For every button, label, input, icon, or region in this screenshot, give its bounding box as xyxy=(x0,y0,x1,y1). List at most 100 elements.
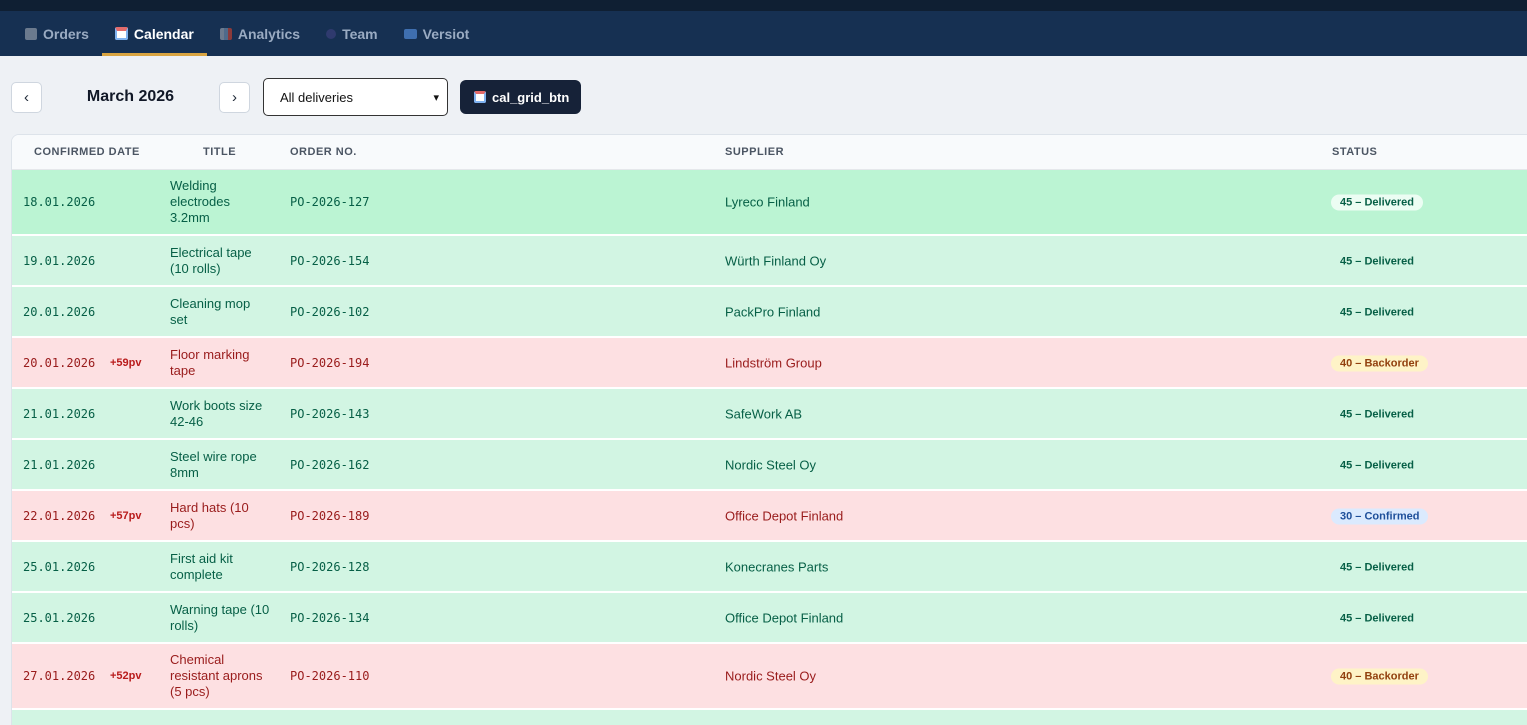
confirmed-date: 21.01.2026 xyxy=(23,406,96,421)
status-badge: 30 – Confirmed xyxy=(1331,508,1429,524)
month-title: March 2026 xyxy=(86,88,175,105)
status-badge: 45 – Delivered xyxy=(1340,561,1414,573)
order-title: Chemical resistant aprons (5 pcs) xyxy=(170,652,263,699)
next-month-button[interactable]: › xyxy=(219,81,250,113)
header-date[interactable]: CONFIRMED DATE xyxy=(34,146,140,158)
status-cell: 40 – Backorder xyxy=(1331,354,1428,371)
people-icon xyxy=(326,28,337,39)
order-number[interactable]: PO-2026-134 xyxy=(290,611,369,625)
order-title: Cleaning mop set xyxy=(170,295,251,327)
tab-label: Orders xyxy=(43,25,89,42)
status-cell: 30 – Confirmed xyxy=(1331,507,1429,524)
supplier-name: PackPro Finland xyxy=(725,304,821,319)
main-nav: Orders Calendar Analytics Team Versiot xyxy=(0,11,1527,56)
chevron-down-icon: ▾ xyxy=(433,91,439,104)
table-row[interactable]: 27.01.2026 +52pv Chemical resistant aprons… xyxy=(12,644,1527,710)
table-row[interactable]: 18.01.2026 Welding electrodes 3.2mm PO-202… xyxy=(12,170,1527,236)
order-title: Warning tape (10 rolls) xyxy=(170,601,270,633)
order-number[interactable]: PO-2026-127 xyxy=(290,195,369,209)
tab-team[interactable]: Team xyxy=(313,11,391,56)
bar-chart-icon xyxy=(219,27,232,40)
grid-button-label: cal_grid_btn xyxy=(492,89,570,105)
table-row[interactable]: 21.01.2026 Steel wire rope 8mm PO-2026-162… xyxy=(12,440,1527,491)
status-badge: 45 – Delivered xyxy=(1340,612,1414,624)
supplier-name: Lindström Group xyxy=(725,355,822,370)
status-cell: 45 – Delivered xyxy=(1331,252,1423,269)
table-row[interactable]: 19.01.2026 Electrical tape (10 rolls) PO-2… xyxy=(12,236,1527,287)
table-row[interactable]: 25.01.2026 Warning tape (10 rolls) PO-2026… xyxy=(12,593,1527,644)
calendar-grid-button[interactable]: cal_grid_btn xyxy=(460,80,582,114)
status-cell: 45 – Delivered xyxy=(1331,405,1423,422)
tab-analytics[interactable]: Analytics xyxy=(207,11,313,56)
late-days-badge: +59pv xyxy=(110,356,142,369)
supplier-name: Konecranes Parts xyxy=(725,559,829,574)
table-row[interactable]: 21.01.2026 Work boots size 42-46 PO-2026-1… xyxy=(12,389,1527,440)
supplier-name: Würth Finland Oy xyxy=(725,253,827,268)
table-body: 18.01.2026 Welding electrodes 3.2mm PO-202… xyxy=(12,170,1527,725)
table-row[interactable]: 25.01.2026 First aid kit complete PO-2026-… xyxy=(12,542,1527,593)
status-badge: 45 – Delivered xyxy=(1340,306,1414,318)
confirmed-date: 20.01.2026 xyxy=(23,355,96,370)
tab-calendar[interactable]: Calendar xyxy=(101,11,207,56)
order-title: Electrical tape (10 rolls) xyxy=(170,244,252,276)
tab-label: Analytics xyxy=(237,25,301,42)
order-number[interactable]: PO-2026-110 xyxy=(290,669,369,683)
header-status[interactable]: STATUS xyxy=(1332,146,1377,158)
confirmed-date: 21.01.2026 xyxy=(23,457,96,472)
status-cell: 45 – Delivered xyxy=(1331,558,1423,575)
order-number[interactable]: PO-2026-194 xyxy=(290,356,369,370)
order-number[interactable]: PO-2026-143 xyxy=(290,407,369,421)
calendar-toolbar: ‹ March 2026 › All deliveries ▾ cal_grid… xyxy=(11,78,582,116)
order-title: Hard hats (10 pcs) xyxy=(170,499,249,531)
clipboard-icon xyxy=(25,27,37,40)
status-badge: 45 – Delivered xyxy=(1331,194,1423,211)
order-title: Welding electrodes 3.2mm xyxy=(170,178,230,225)
table-row[interactable] xyxy=(12,710,1527,725)
header-order[interactable]: ORDER NO. xyxy=(290,146,357,158)
late-days-badge: +57pv xyxy=(110,509,142,522)
tab-label: Team xyxy=(342,25,378,42)
delivery-filter-select[interactable]: All deliveries ▾ xyxy=(263,78,448,116)
table-row[interactable]: 20.01.2026 +59pv Floor marking tape PO-2026… xyxy=(12,338,1527,389)
header-title[interactable]: TITLE xyxy=(203,146,236,158)
confirmed-date: 19.01.2026 xyxy=(23,253,96,268)
order-number[interactable]: PO-2026-162 xyxy=(290,458,369,472)
top-strip xyxy=(0,0,1527,11)
prev-month-button[interactable]: ‹ xyxy=(11,81,42,113)
confirmed-date: 22.01.2026 xyxy=(23,508,96,523)
order-number[interactable]: PO-2026-189 xyxy=(290,509,369,523)
supplier-name: Office Depot Finland xyxy=(725,610,844,625)
confirmed-date: 18.01.2026 xyxy=(23,195,96,209)
tab-label: Calendar xyxy=(133,25,194,42)
order-number[interactable]: PO-2026-154 xyxy=(290,254,369,268)
table-row[interactable]: 22.01.2026 +57pv Hard hats (10 pcs) PO-2026… xyxy=(12,491,1527,542)
status-cell: 40 – Backorder xyxy=(1331,668,1428,685)
supplier-name: Office Depot Finland xyxy=(725,508,844,523)
calendar-icon xyxy=(114,27,128,40)
status-cell: 45 – Delivered xyxy=(1331,609,1423,626)
late-days-badge: +52pv xyxy=(110,670,142,682)
status-badge: 45 – Delivered xyxy=(1340,408,1414,420)
status-cell: 45 – Delivered xyxy=(1331,456,1423,473)
supplier-name: Nordic Steel Oy xyxy=(725,668,817,684)
status-badge: 40 – Backorder xyxy=(1331,668,1428,685)
deliveries-table: CONFIRMED DATE TITLE ORDER NO. SUPPLIER … xyxy=(11,134,1527,725)
order-title: First aid kit complete xyxy=(170,550,233,582)
status-cell: 45 – Delivered xyxy=(1331,194,1423,211)
order-number[interactable]: PO-2026-128 xyxy=(290,560,369,574)
tab-label: Versiot xyxy=(422,25,470,42)
table-row[interactable]: 20.01.2026 Cleaning mop set PO-2026-102 Pac… xyxy=(12,287,1527,338)
status-badge: 45 – Delivered xyxy=(1340,459,1414,471)
order-title: Work boots size 42-46 xyxy=(170,397,263,429)
status-badge: 45 – Delivered xyxy=(1340,255,1414,267)
tab-orders[interactable]: Orders xyxy=(12,11,102,56)
tab-versiot[interactable]: Versiot xyxy=(391,11,483,56)
confirmed-date: 25.01.2026 xyxy=(23,610,96,625)
supplier-name: Nordic Steel Oy xyxy=(725,457,817,472)
calendar-icon xyxy=(474,91,486,103)
confirmed-date: 25.01.2026 xyxy=(23,559,96,574)
order-number[interactable]: PO-2026-102 xyxy=(290,305,369,319)
table-header: CONFIRMED DATE TITLE ORDER NO. SUPPLIER … xyxy=(12,135,1527,170)
header-supplier[interactable]: SUPPLIER xyxy=(725,146,784,158)
version-icon xyxy=(403,28,417,39)
